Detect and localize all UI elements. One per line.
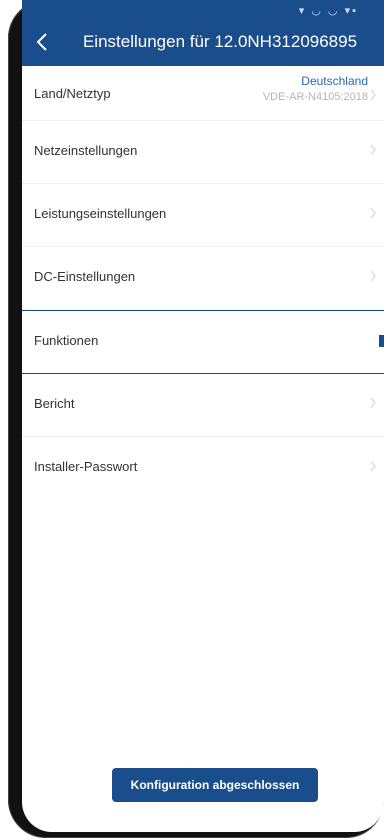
list-item-country[interactable]: Land/Netztyp Deutschland VDE-AR-N4105:20… (22, 66, 384, 121)
list-item-label: Funktionen (34, 333, 99, 348)
list-item-label: Netzeinstellungen (34, 143, 138, 158)
list-item-dc-einstellungen[interactable]: DC-Einstellungen (22, 247, 384, 310)
list-item-label: Installer-Passwort (34, 459, 138, 474)
list-item-netzeinstellungen[interactable]: Netzeinstellungen (22, 121, 384, 184)
chevron-right-icon (370, 460, 376, 472)
grid-code-value: VDE-AR-N4105:2018 (262, 91, 368, 103)
settings-list: Land/Netztyp Deutschland VDE-AR-N4105:20… (22, 66, 384, 499)
list-item-installer-passwort[interactable]: Installer-Passwort (22, 437, 384, 499)
konfiguration-abgeschlossen-button[interactable]: Konfiguration abgeschlossen (112, 768, 318, 802)
list-item-funktionen[interactable]: Funktionen (22, 310, 384, 374)
status-bar: ▾ ◡ ◡ ▾▪ (298, 5, 358, 17)
back-button[interactable] (30, 28, 54, 56)
list-item-leistungseinstellungen[interactable]: Leistungseinstellungen (22, 184, 384, 247)
country-value: Deutschland (301, 74, 368, 88)
chevron-right-icon (370, 207, 376, 219)
list-item-bericht[interactable]: Bericht (22, 374, 384, 437)
list-item-label: DC-Einstellungen (34, 269, 136, 284)
chevron-left-icon (36, 33, 47, 51)
list-item-label: Bericht (34, 396, 75, 411)
chevron-right-icon (370, 397, 376, 409)
list-item-label: Leistungseinstellungen (34, 206, 167, 221)
phone-frame: ▾ ◡ ◡ ▾▪ Einstellungen für 12.0NH3120968… (8, 0, 384, 838)
chevron-right-icon (370, 89, 376, 101)
app-screen: ▾ ◡ ◡ ▾▪ Einstellungen für 12.0NH3120968… (22, 0, 384, 832)
list-item-label: Land/Netztyp (34, 86, 111, 101)
app-header: ▾ ◡ ◡ ▾▪ Einstellungen für 12.0NH3120968… (22, 0, 384, 66)
selection-marker (379, 335, 384, 347)
page-title: Einstellungen für 12.0NH312096895 (82, 32, 358, 51)
chevron-right-icon (370, 270, 376, 282)
chevron-right-icon (370, 144, 376, 156)
